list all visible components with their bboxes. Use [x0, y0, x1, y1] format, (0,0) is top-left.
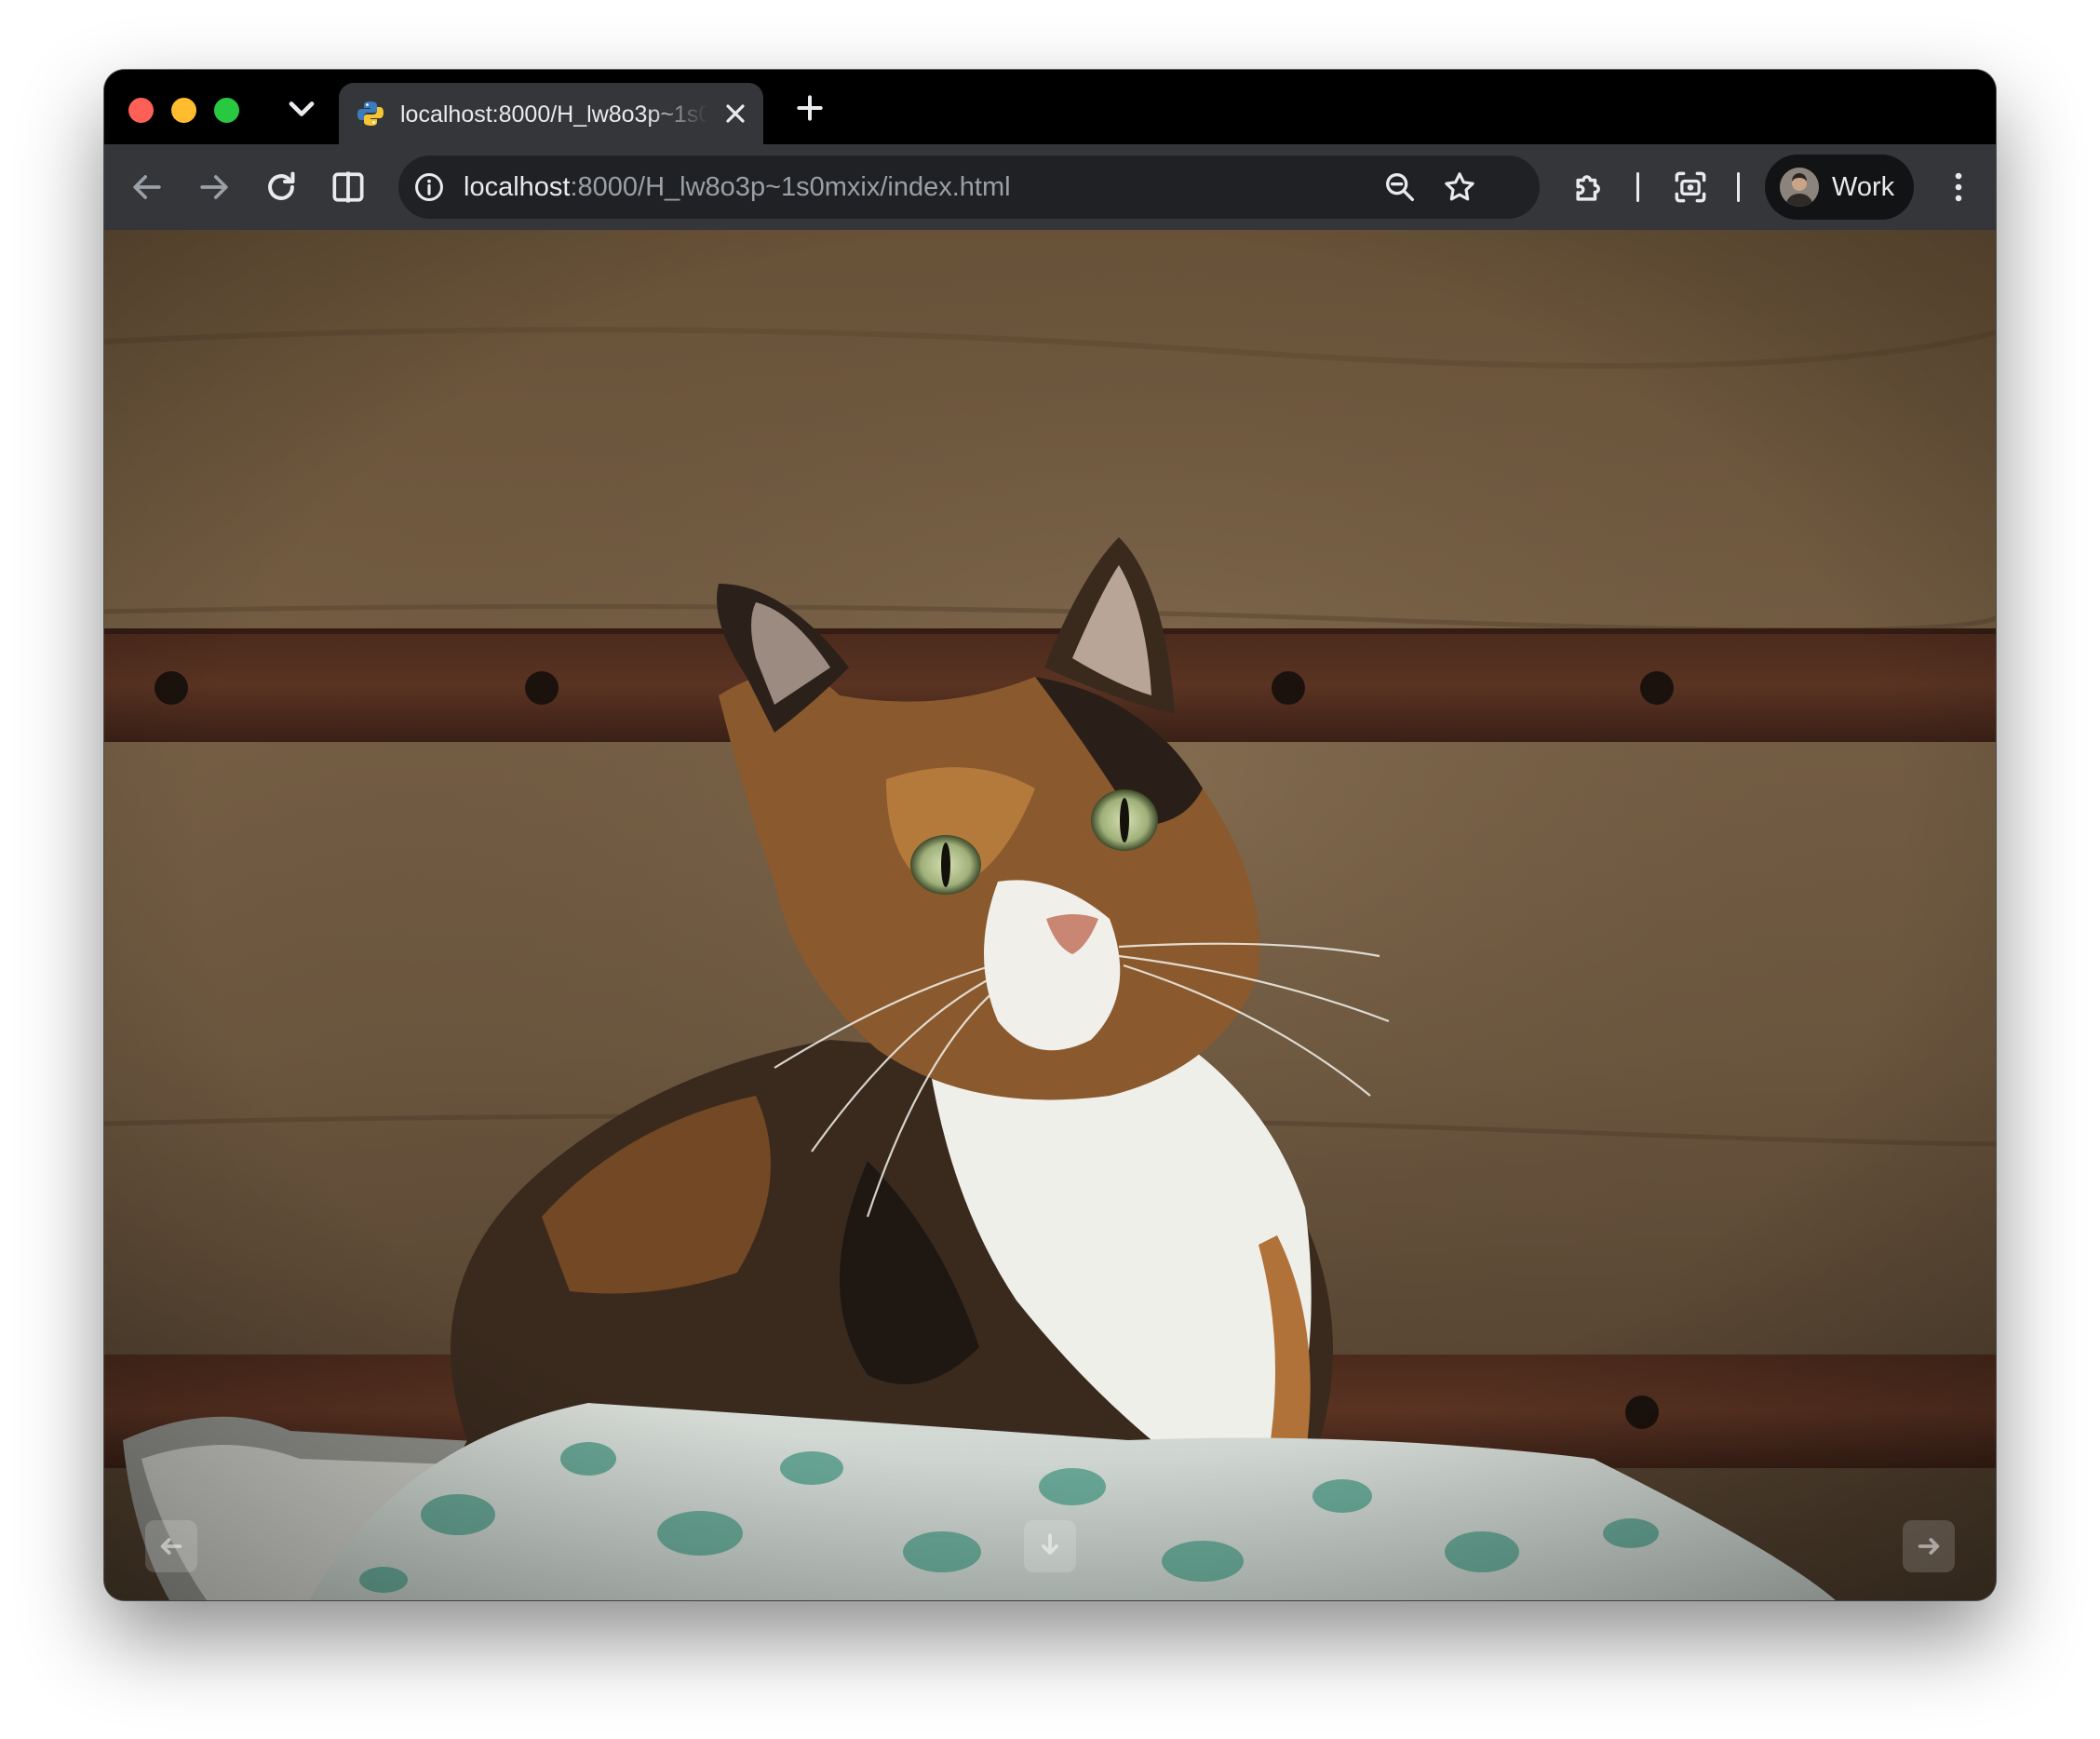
forward-button[interactable] — [194, 167, 235, 208]
info-icon[interactable] — [411, 169, 447, 205]
camera-capture-icon — [1675, 171, 1706, 203]
star-icon[interactable] — [1441, 169, 1478, 206]
previous-image-button[interactable] — [145, 1520, 197, 1572]
toolbar-divider — [1737, 172, 1740, 202]
arrow-down-icon — [1042, 1533, 1058, 1555]
next-image-button[interactable] — [1903, 1520, 1955, 1572]
url-text[interactable]: localhost:8000/H_lw8o3p~1s0mxix/index.ht… — [464, 170, 1011, 204]
window-minimize-button[interactable] — [171, 98, 196, 123]
extensions-button[interactable] — [1569, 167, 1610, 208]
arrow-left-icon — [133, 175, 161, 199]
tab-active[interactable]: localhost:8000/H_lw8o3p~1s0mxix/index.ht… — [339, 83, 763, 144]
reload-icon — [268, 171, 295, 200]
more-vertical-icon[interactable] — [1938, 167, 1979, 208]
profile-button[interactable]: Work — [1765, 155, 1914, 220]
split-view-button[interactable] — [328, 167, 369, 208]
zoom-out-icon[interactable] — [1381, 169, 1419, 206]
address-bar[interactable]: localhost:8000/H_lw8o3p~1s0mxix/index.ht… — [398, 155, 1540, 219]
puzzle-icon — [1576, 175, 1600, 201]
url-host: localhost — [464, 172, 571, 202]
cat-photo — [104, 230, 1996, 1600]
avatar-icon — [1780, 168, 1819, 207]
close-icon[interactable] — [720, 99, 750, 128]
window-zoom-button[interactable] — [214, 98, 239, 123]
download-image-button[interactable] — [1024, 1520, 1076, 1572]
browser-window: localhost:8000/H_lw8o3p~1s0mxix/index.ht… — [104, 70, 1996, 1600]
url-path: :8000/H_lw8o3p~1s0mxix/index.html — [570, 172, 1011, 202]
reload-button[interactable] — [261, 167, 302, 208]
arrow-right-icon — [1918, 1538, 1940, 1555]
back-button[interactable] — [127, 167, 168, 208]
page-content — [104, 230, 1996, 1600]
screenshot-button[interactable] — [1670, 167, 1711, 208]
arrow-left-icon — [160, 1538, 182, 1555]
tab-strip: localhost:8000/H_lw8o3p~1s0mxix/index.ht… — [104, 70, 1996, 144]
arrow-right-icon — [200, 175, 228, 199]
python-icon — [356, 99, 385, 128]
profile-label: Work — [1832, 172, 1895, 202]
chevron-down-icon[interactable] — [281, 88, 322, 129]
browser-toolbar: localhost:8000/H_lw8o3p~1s0mxix/index.ht… — [104, 144, 1996, 230]
plus-icon[interactable] — [791, 89, 828, 127]
window-close-button[interactable] — [128, 98, 154, 123]
tab-title: localhost:8000/H_lw8o3p~1s0mxix/index.ht… — [400, 101, 707, 128]
split-view-icon — [332, 171, 364, 203]
toolbar-divider — [1636, 172, 1639, 202]
